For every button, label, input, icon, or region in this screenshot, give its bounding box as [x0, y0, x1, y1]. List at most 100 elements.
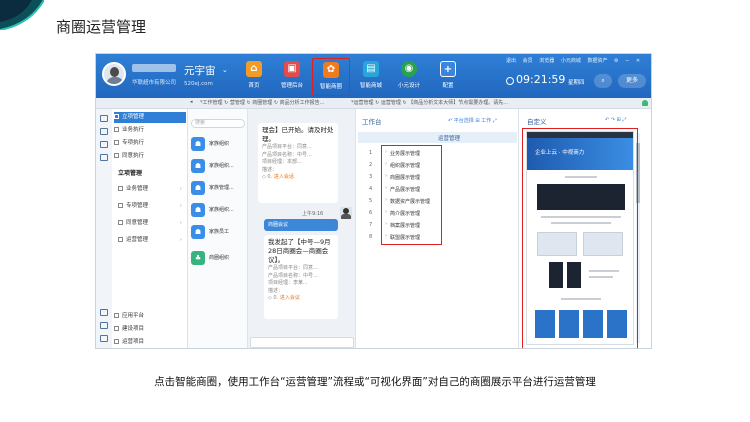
avatar [340, 207, 352, 219]
slide-title: 商圈运营管理 [56, 18, 147, 36]
brand-name[interactable]: 元宇宙 [184, 63, 216, 78]
clock-icon [506, 77, 514, 85]
list-item[interactable]: ☗ 家族管理... [191, 180, 247, 196]
chat-input[interactable] [250, 337, 354, 348]
group-label: 家族管理... [209, 185, 234, 191]
sidebar-item-project[interactable]: 立项管理 [114, 112, 186, 123]
avatar[interactable] [102, 62, 126, 86]
sidebar-item-business[interactable]: 业务执行 [114, 125, 186, 136]
row-number: 4 [369, 186, 373, 192]
sidebar-item-agree[interactable]: 同意执行 [114, 151, 186, 162]
group-label: 家族组织 [209, 141, 230, 147]
checkbox-icon [118, 186, 123, 191]
custom-toolbar[interactable]: ↶ ↷ ⊞ ⤢ [605, 117, 626, 123]
chat-panel: 理会】已开始。请及时处理。 产品项目平台：同意... 产品项目名称：中号... … [248, 109, 356, 348]
building-icon[interactable] [100, 322, 108, 329]
checkbox-icon [114, 114, 119, 119]
message-line: 项目经理：本部... [262, 159, 302, 165]
chat-tag: 商圈会议 [264, 219, 338, 231]
sidebar-item-operation[interactable]: 运营项目 [114, 337, 186, 348]
group-icon: ☗ [191, 137, 205, 151]
sidebar-item-ops-manage[interactable]: 运营管理 › [118, 235, 186, 246]
chat-message: 我发起了【中号—9月28日商圈会—商圈会议】。 产品项目平台：同意... 产品项… [264, 235, 338, 319]
group-label: 家族员工 [209, 229, 230, 235]
list-item[interactable]: ☗ 家族员工 [191, 224, 247, 240]
sidebar-item-construction[interactable]: 建设项目 [114, 324, 186, 335]
plus-icon: + [440, 61, 456, 77]
clock-time: 09:21:59 [516, 73, 566, 86]
gear-icon[interactable]: ⚙ [614, 58, 618, 64]
sidebar-rail [96, 109, 112, 348]
app-smart-mall-button[interactable]: ▤ 智能商城 [353, 58, 389, 96]
message-line: ◇ 0. [262, 174, 273, 180]
document-icon[interactable] [100, 154, 108, 161]
group-icon: ☗ [191, 203, 205, 217]
message-line: 产品项目名称：中号... [268, 272, 318, 279]
row-number: 8 [369, 234, 373, 240]
list-item[interactable]: ☗ 家族组织... [191, 158, 247, 174]
message-line: 描述： [262, 166, 278, 173]
app-label: 管理后台 [280, 83, 303, 89]
app-admin-button[interactable]: ▣ 管理后台 [274, 58, 310, 96]
group-label: 商圈组织 [209, 255, 230, 261]
sidebar-item-special[interactable]: 专项执行 [114, 138, 186, 149]
sidebar: 立项管理 业务执行 专项执行 同意执行 立项管理 业务管理 › 专项管理 › 同意管… [96, 109, 188, 348]
assets-link[interactable]: 数据资产 [587, 58, 607, 64]
message-line: 产品项目名称：中号... [262, 151, 312, 158]
sidebar-item-platform[interactable]: 应用平台 [114, 311, 186, 322]
monitor-icon[interactable] [100, 141, 108, 148]
minimize-icon[interactable]: − [625, 58, 629, 64]
briefcase-icon[interactable] [100, 115, 108, 122]
row-number: 7 [369, 222, 373, 228]
checkbox-icon [114, 326, 119, 331]
slide-caption: 点击智能商圈，使用工作台“运营管理”流程或“可视化界面”对自己的商圈展示平台进行… [154, 376, 596, 388]
highlight-box [522, 128, 638, 348]
group-label: 家族组织... [209, 207, 234, 213]
tab-arrow-icon[interactable]: ◂ [190, 99, 193, 105]
app-smart-district-button[interactable]: ✿ 智能商圈 [312, 58, 350, 96]
app-design-button[interactable]: ◉ 小元设计 [391, 58, 427, 96]
checkbox-icon [114, 140, 119, 145]
logout-link[interactable]: 退出 [506, 58, 516, 64]
chart-icon[interactable] [100, 335, 108, 342]
sidebar-item-agree-manage[interactable]: 同意管理 › [118, 218, 186, 229]
sidebar-item-label: 立项管理 [122, 114, 145, 120]
sidebar-item-special-manage[interactable]: 专项管理 › [118, 201, 186, 212]
enter-meeting-link[interactable]: 进入会议 [280, 295, 300, 301]
task-tabs: ◂ *工作管理 ↻ 营管理 ↻ 商圈管理 ↻ 商品分析工作报告... *运营管理… [96, 98, 651, 109]
task-tab-left[interactable]: *工作管理 ↻ 营管理 ↻ 商圈管理 ↻ 商品分析工作报告... [200, 99, 324, 106]
sidebar-item-biz-manage[interactable]: 业务管理 › [118, 184, 186, 195]
chevron-down-icon[interactable]: ⌄ [222, 66, 228, 74]
custom-title: 自定义 [527, 118, 547, 126]
list-item[interactable]: ☗ 家族组织 [191, 136, 247, 152]
checkbox-icon [114, 313, 119, 318]
search-button[interactable]: ⌕ [594, 74, 612, 88]
app-config-button[interactable]: + 配置 [430, 58, 466, 96]
task-tab-right[interactable]: *运营管理 ↻ 运营管理 ↻ 【商品分析文本大师】节点需要办理。请先... [351, 99, 508, 106]
more-button[interactable]: 更多 [618, 74, 646, 88]
row-number: 5 [369, 198, 373, 204]
row-number: 1 [369, 150, 373, 156]
message-line: 产品项目平台：同意... [268, 265, 318, 271]
member-link[interactable]: 会员 [523, 58, 533, 64]
enter-chat-link[interactable]: 进入会话 [274, 174, 294, 180]
app-header: 华联超市有限公司 元宇宙 ⌄ 520ej.com ⌂ 首页 ▣ 管理后台 ✿ 智… [96, 54, 651, 98]
corner-decoration [0, 0, 44, 30]
app-home-button[interactable]: ⌂ 首页 [236, 58, 272, 96]
store-link[interactable]: 小元商城 [561, 58, 581, 64]
app-label: 小元设计 [397, 83, 420, 89]
group-icon: ☗ [191, 225, 205, 239]
search-input[interactable]: 搜索 [191, 119, 245, 128]
calendar-icon[interactable] [100, 128, 108, 135]
list-item[interactable]: ☗ 家族组织... [191, 202, 247, 218]
top-links: 退出 会员 浏览器 小元商城 数据资产 ⚙ − ✕ [506, 57, 645, 64]
design-icon: ◉ [401, 61, 417, 77]
sidebar-item-label: 专项管理 [126, 203, 149, 209]
bell-icon[interactable] [642, 100, 648, 106]
checkbox-icon [114, 127, 119, 132]
browser-link[interactable]: 浏览器 [539, 58, 554, 64]
close-icon[interactable]: ✕ [636, 58, 640, 64]
list-item[interactable]: ♣ 商圈组织 [191, 250, 247, 266]
workbench-toolbar[interactable]: ↶ 平台选择 ⊞ 工作 ⤢ [448, 117, 497, 124]
cube-icon[interactable] [100, 309, 108, 316]
